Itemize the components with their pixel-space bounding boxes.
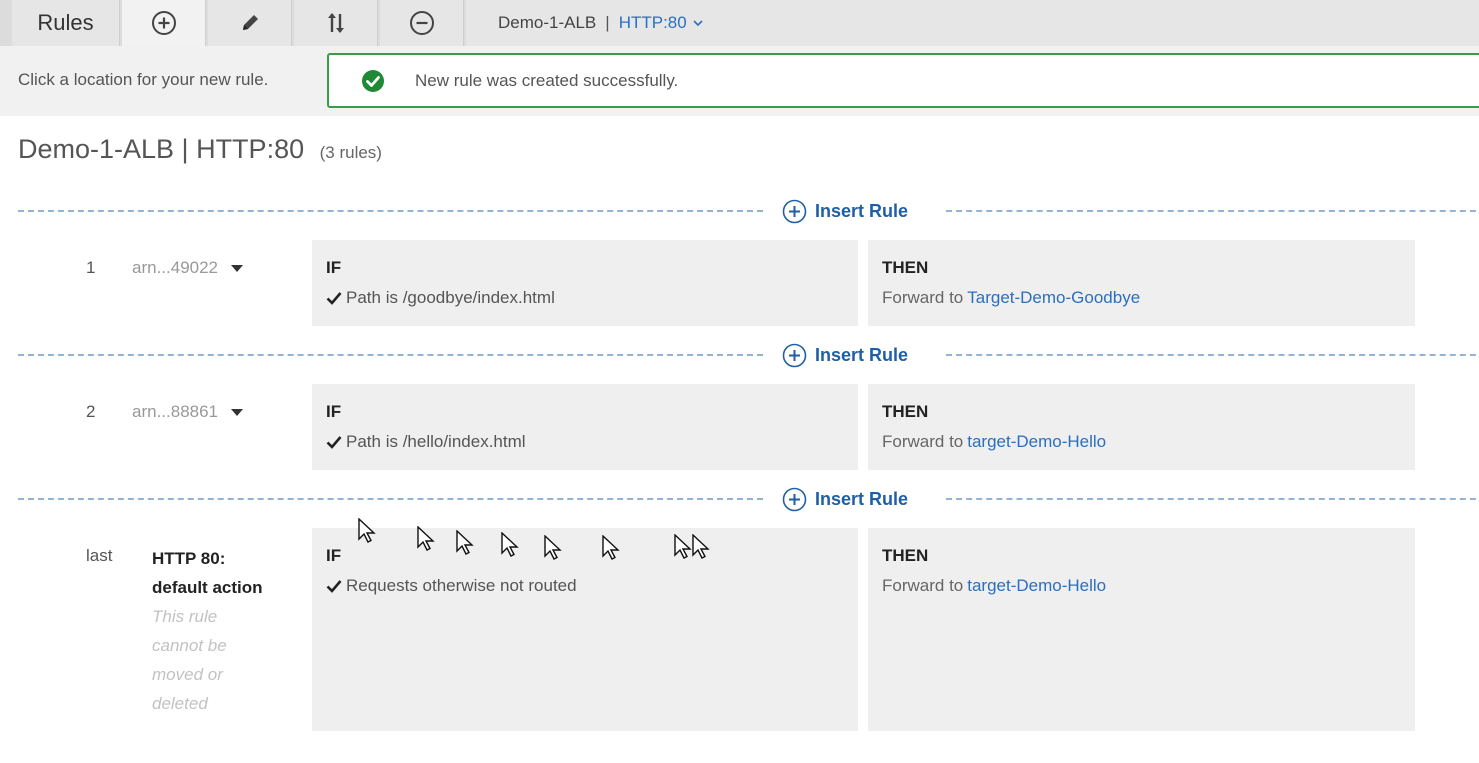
listener-separator: | xyxy=(605,13,610,32)
caret-down-icon xyxy=(231,409,244,416)
rule-action: Forward to Target-Demo-Goodbye xyxy=(882,288,1401,308)
insert-rule-button[interactable]: Insert Rule xyxy=(782,198,908,224)
divider-line xyxy=(946,354,1479,356)
mouse-pointer-icon xyxy=(501,532,519,557)
divider-line xyxy=(18,210,763,212)
then-label: THEN xyxy=(882,402,929,421)
add-rule-tab[interactable] xyxy=(122,0,206,46)
insert-rule-button[interactable]: Insert Rule xyxy=(782,486,908,512)
insert-rule-divider: Insert Rule xyxy=(18,198,1479,224)
mouse-pointer-icon xyxy=(417,526,435,551)
condition-text: Requests otherwise not routed xyxy=(346,576,577,595)
success-alert: New rule was created successfully. xyxy=(327,53,1479,108)
pencil-icon xyxy=(242,15,258,30)
insert-rule-divider: Insert Rule xyxy=(18,342,1479,368)
reorder-arrows-icon xyxy=(327,13,344,33)
chevron-down-icon xyxy=(693,20,703,27)
rule-action: Forward to target-Demo-Hello xyxy=(882,576,1401,596)
success-message: New rule was created successfully. xyxy=(415,70,679,90)
listener-port: HTTP:80 xyxy=(618,13,687,32)
tab-rules-label: Rules xyxy=(37,10,94,35)
rule-number: 2 xyxy=(86,402,96,421)
listener-selector[interactable]: Demo-1-ALB | HTTP:80 xyxy=(466,0,1479,46)
condition-text: Path is /hello/index.html xyxy=(346,432,526,451)
if-label: IF xyxy=(326,402,342,421)
checkmark-icon xyxy=(326,580,342,593)
tab-rules[interactable]: Rules xyxy=(12,0,120,46)
mouse-pointer-icon xyxy=(544,535,562,560)
action-text: Forward to xyxy=(882,432,964,451)
caret-down-icon xyxy=(231,265,244,272)
plus-circle-icon xyxy=(782,487,807,511)
minus-circle-icon xyxy=(409,11,434,35)
default-rule-note-line: This rule xyxy=(152,607,218,626)
rule-count: (3 rules) xyxy=(319,143,382,162)
rule-condition: Path is /hello/index.html xyxy=(326,432,844,452)
rule-condition: Requests otherwise not routed xyxy=(326,576,844,596)
if-label: IF xyxy=(326,258,342,277)
rule-action-box[interactable]: THEN Forward to target-Demo-Hello xyxy=(868,384,1415,470)
then-label: THEN xyxy=(882,258,929,277)
then-label: THEN xyxy=(882,546,929,565)
listener-name: Demo-1-ALB xyxy=(498,13,597,32)
mouse-pointer-icon xyxy=(456,530,474,555)
rule-arn: arn...88861 xyxy=(132,402,219,421)
checkmark-icon xyxy=(326,292,342,305)
default-condition-box[interactable]: IF Requests otherwise not routed xyxy=(312,528,858,731)
default-rule-title-line1: HTTP 80: xyxy=(152,549,226,568)
rules-toolbar: Rules Demo-1-ALB | HTTP:80 xyxy=(0,0,1479,46)
rule-arn-dropdown[interactable]: arn...49022 xyxy=(132,258,244,278)
mouse-pointer-icon xyxy=(602,535,620,560)
insert-rule-label: Insert Rule xyxy=(815,488,909,509)
insert-rule-label: Insert Rule xyxy=(815,200,909,221)
default-rule-note-line: cannot be xyxy=(152,636,227,655)
check-circle-icon xyxy=(362,69,384,92)
default-rule-label: HTTP 80: default action This rule cannot… xyxy=(152,544,302,718)
default-action-box[interactable]: THEN Forward to target-Demo-Hello xyxy=(868,528,1415,731)
rule-action: Forward to target-Demo-Hello xyxy=(882,432,1401,452)
condition-text: Path is /goodbye/index.html xyxy=(346,288,555,307)
page-title: Demo-1-ALB | HTTP:80 (3 rules) xyxy=(18,134,382,165)
default-rule-note-line: moved or xyxy=(152,665,223,684)
rule-condition-box[interactable]: IF Path is /goodbye/index.html xyxy=(312,240,858,326)
reorder-rules-tab[interactable] xyxy=(294,0,378,46)
edit-rule-tab[interactable] xyxy=(208,0,292,46)
rule-number: last xyxy=(86,546,113,565)
divider-line xyxy=(946,498,1479,500)
new-rule-hint: Click a location for your new rule. xyxy=(18,70,269,89)
action-text: Forward to xyxy=(882,576,964,595)
mouse-pointer-icon xyxy=(692,534,710,559)
page-title-text: Demo-1-ALB | HTTP:80 xyxy=(18,134,305,164)
checkmark-icon xyxy=(326,436,342,449)
target-group-link[interactable]: target-Demo-Hello xyxy=(967,432,1106,451)
plus-circle-icon xyxy=(151,11,176,35)
rule-number: 1 xyxy=(86,258,96,277)
insert-rule-label: Insert Rule xyxy=(815,344,909,365)
divider-line xyxy=(946,210,1479,212)
rule-condition: Path is /goodbye/index.html xyxy=(326,288,844,308)
divider-line xyxy=(18,354,763,356)
insert-rule-button[interactable]: Insert Rule xyxy=(782,342,908,368)
mouse-pointer-icon xyxy=(358,518,376,543)
divider-line xyxy=(18,498,763,500)
insert-rule-divider: Insert Rule xyxy=(18,486,1479,512)
rule-condition-box[interactable]: IF Path is /hello/index.html xyxy=(312,384,858,470)
plus-circle-icon xyxy=(782,343,807,367)
rule-action-box[interactable]: THEN Forward to Target-Demo-Goodbye xyxy=(868,240,1415,326)
mouse-pointer-icon xyxy=(674,534,692,559)
default-rule-note-line: deleted xyxy=(152,694,208,713)
rule-arn: arn...49022 xyxy=(132,258,219,277)
delete-rule-tab[interactable] xyxy=(380,0,464,46)
target-group-link[interactable]: Target-Demo-Goodbye xyxy=(967,288,1140,307)
action-text: Forward to xyxy=(882,288,964,307)
if-label: IF xyxy=(326,546,342,565)
default-rule-title-line2: default action xyxy=(152,578,263,597)
plus-circle-icon xyxy=(782,199,807,223)
target-group-link[interactable]: target-Demo-Hello xyxy=(967,576,1106,595)
rule-arn-dropdown[interactable]: arn...88861 xyxy=(132,402,244,422)
message-row: Click a location for your new rule. New … xyxy=(0,46,1479,116)
